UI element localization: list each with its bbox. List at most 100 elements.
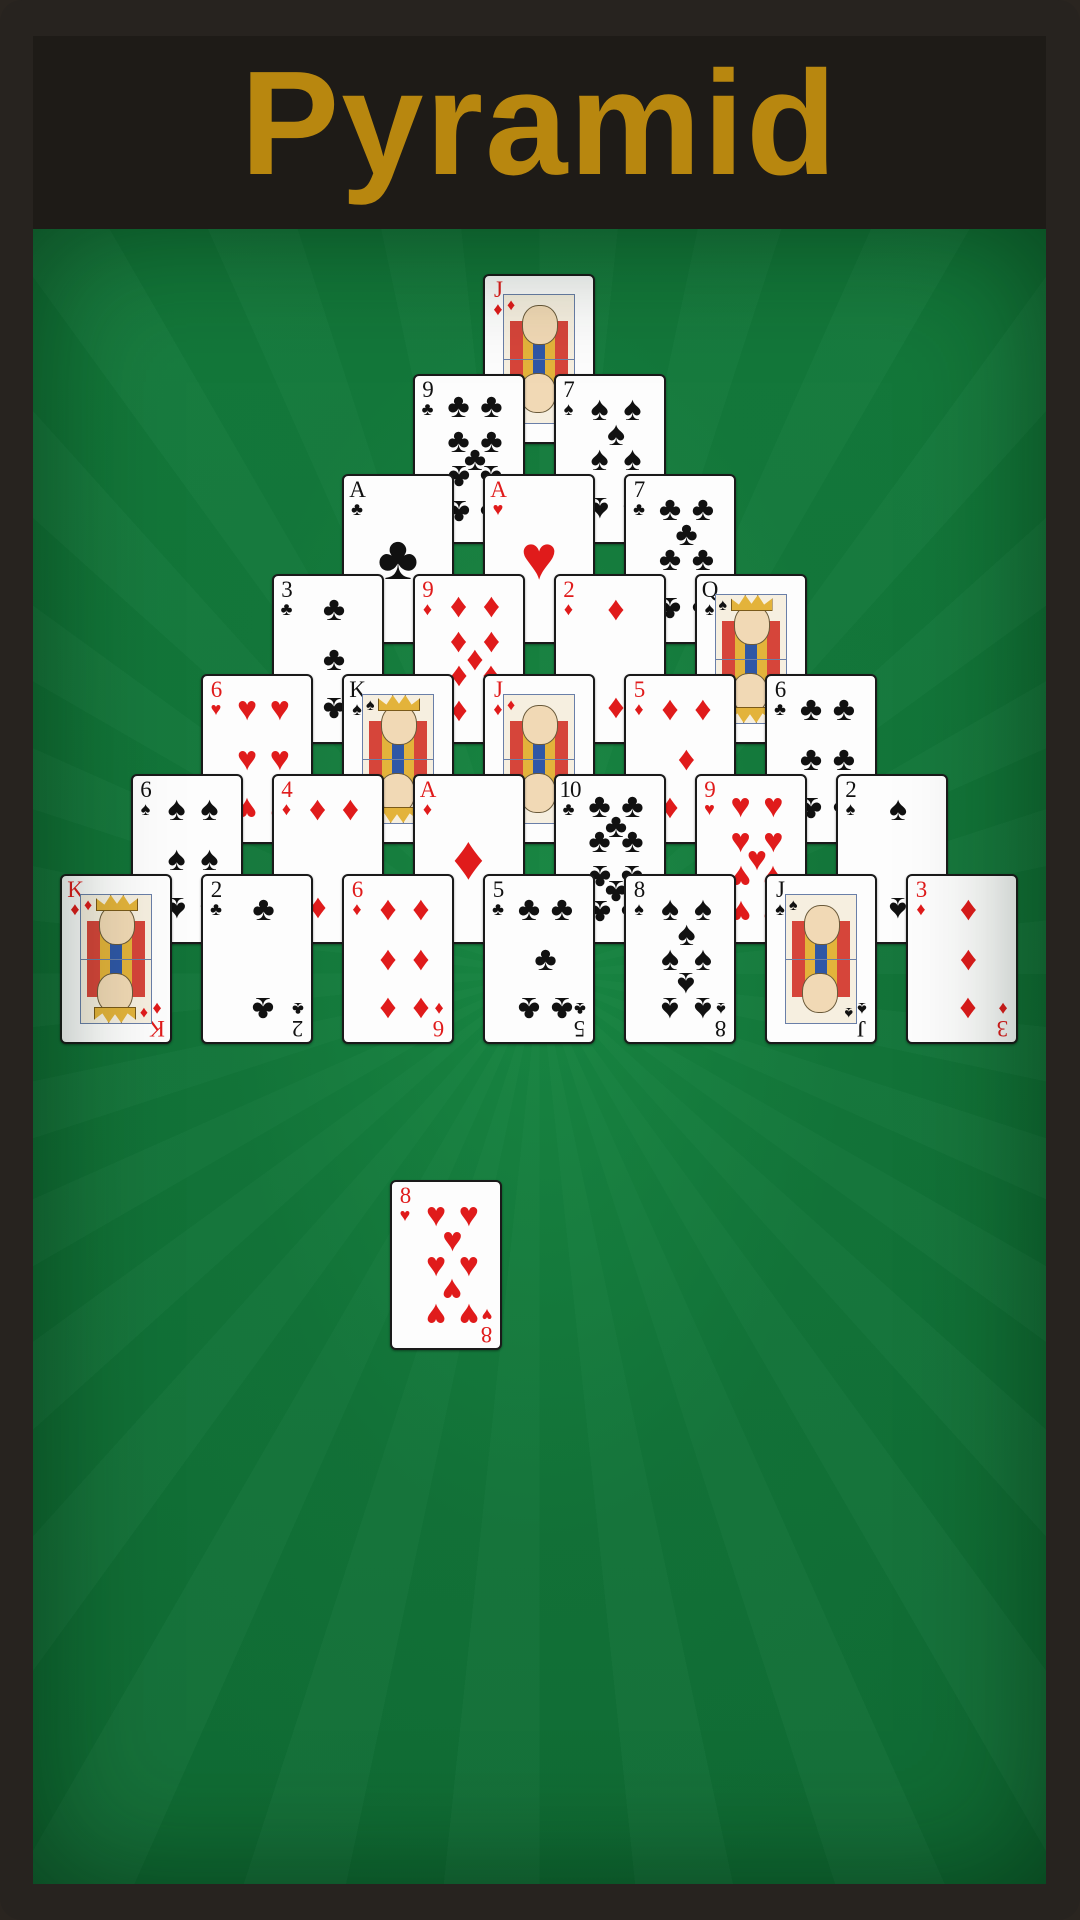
club-icon: ♣ <box>492 899 504 919</box>
spade-icon: ♠ <box>844 1004 854 1021</box>
card-rank: 6 <box>351 877 364 902</box>
diamond-icon: ♦ <box>422 599 433 619</box>
heart-icon: ♥ <box>269 690 290 729</box>
head <box>379 772 415 813</box>
club-icon: ♣ <box>574 999 586 1019</box>
card-index-top: 9 ♦ <box>419 578 437 618</box>
card-index-top: 6 ♠ <box>137 778 155 818</box>
card-rank: 8 <box>481 1322 493 1347</box>
crown-icon <box>94 1007 136 1023</box>
card-rank: 9 <box>422 377 434 402</box>
spade-icon: ♠ <box>693 940 712 978</box>
card-index-top: 3 ♣ <box>278 578 296 618</box>
card-rank: 6 <box>433 1016 445 1041</box>
card-index-bot: 6 ♦ <box>430 999 448 1041</box>
card-rank: 2 <box>845 777 857 802</box>
diamond-icon: ♦ <box>422 799 433 819</box>
head <box>381 705 417 746</box>
pyramid-card[interactable]: 5 ♣ 5 ♣ ♣ ♣ ♣ ♣ ♣ <box>483 874 595 1044</box>
game-title: Pyramid <box>240 40 839 206</box>
diamond-icon: ♦ <box>466 640 484 678</box>
club-icon: ♣ <box>534 940 557 978</box>
spade-icon: ♠ <box>366 697 375 714</box>
game-table: J♦J♦♦♦9♣9♣♣♣♣♣♣♣♣♣♣7♠7♠♠♠♠♠♠♠♠A♣A♣♣A♥A♥♥… <box>33 229 1046 1884</box>
head <box>802 972 838 1013</box>
diamond-icon: ♦ <box>84 897 93 914</box>
court-half: ♠ <box>786 895 856 959</box>
crown-icon <box>96 895 138 911</box>
pyramid-card[interactable]: J ♠ J ♠ ♠ ♠ <box>765 874 877 1044</box>
club-icon: ♣ <box>447 386 470 425</box>
waste-card[interactable]: 8 ♥ 8 ♥ ♥ ♥ ♥ ♥ ♥ ♥ ♥ ♥ <box>390 1180 502 1350</box>
heart-icon: ♥ <box>236 740 258 778</box>
heart-icon: ♥ <box>210 699 222 719</box>
card-rank: A <box>349 477 366 502</box>
pyramid-card[interactable]: 8 ♠ 8 ♠ ♠ ♠ ♠ ♠ ♠ ♠ ♠ ♠ <box>624 874 736 1044</box>
diamond-icon: ♦ <box>308 790 327 829</box>
card-index-top: 4 ♦ <box>278 778 296 818</box>
card-index-top: 6 ♥ <box>207 678 225 718</box>
card-index-top: 6 ♣ <box>771 678 789 718</box>
court-half: ♦ <box>504 695 574 759</box>
club-icon: ♣ <box>691 540 715 578</box>
pyramid-card[interactable]: 6 ♦ 6 ♦ ♦ ♦ ♦ ♦ ♦ ♦ <box>342 874 454 1044</box>
spade-icon: ♠ <box>677 915 696 954</box>
card-rank: 2 <box>292 1016 304 1041</box>
card-rank: 6 <box>140 777 152 802</box>
diamond-icon: ♦ <box>661 690 679 729</box>
club-icon: ♣ <box>517 989 541 1028</box>
card-rank: 7 <box>633 477 646 502</box>
spade-icon: ♠ <box>888 889 907 928</box>
diamond-icon: ♦ <box>352 899 362 919</box>
card-index-top: A ♥ <box>489 478 507 518</box>
spade-icon: ♠ <box>200 790 219 829</box>
card-rank: 7 <box>563 377 575 402</box>
card-index-top: 9 ♣ <box>419 378 437 418</box>
spade-icon: ♠ <box>623 440 642 478</box>
heart-icon: ♥ <box>730 786 751 825</box>
head <box>99 905 135 946</box>
pyramid-card[interactable]: 3 ♦ 3 ♦ ♦ ♦ ♦ <box>906 874 1018 1044</box>
club-icon: ♣ <box>210 899 222 919</box>
diamond-icon: ♦ <box>507 297 516 314</box>
pyramid-card[interactable]: K ♦ K ♦ ♦ ♦ <box>60 874 172 1044</box>
spade-icon: ♠ <box>623 390 642 429</box>
club-icon: ♣ <box>322 640 346 678</box>
diamond-icon: ♦ <box>379 989 397 1028</box>
card-index-top: A ♦ <box>419 778 437 818</box>
spade-icon: ♠ <box>606 415 625 454</box>
pyramid-card[interactable]: 2 ♣ 2 ♣ ♣ ♣ <box>201 874 313 1044</box>
club-icon: ♣ <box>550 890 574 929</box>
card-rank: 3 <box>997 1016 1009 1041</box>
head <box>520 372 556 413</box>
spade-icon: ♠ <box>693 890 712 929</box>
card-index-top: A ♣ <box>348 478 366 518</box>
card-rank: 9 <box>422 577 434 602</box>
card-index-bot: 8 ♠ <box>712 999 730 1041</box>
divider <box>504 359 574 360</box>
diamond-icon: ♦ <box>998 999 1008 1019</box>
court-half: ♠ <box>363 695 433 759</box>
card-index-top: 8 ♥ <box>396 1184 414 1224</box>
card-index-top: 2 ♠ <box>842 778 860 818</box>
club-icon: ♣ <box>832 690 856 729</box>
court-half: ♠ <box>786 959 856 1023</box>
card-rank: 5 <box>633 677 646 702</box>
heart-icon: ♥ <box>763 786 784 825</box>
spade-icon: ♠ <box>661 890 680 929</box>
card-rank: 5 <box>574 1016 586 1041</box>
card-index-top: 2 ♣ <box>207 878 225 918</box>
diamond-icon: ♦ <box>379 890 397 929</box>
header-bar: Pyramid <box>33 36 1046 229</box>
card-rank: 5 <box>492 877 505 902</box>
club-icon: ♣ <box>633 499 645 519</box>
spade-icon: ♠ <box>661 989 680 1028</box>
spade-icon: ♠ <box>167 790 186 829</box>
card-index-top: 7 ♣ <box>630 478 648 518</box>
card-rank: 3 <box>281 577 293 602</box>
card-rank: A <box>490 477 507 502</box>
club-icon: ♣ <box>774 699 786 719</box>
spade-icon: ♠ <box>718 597 728 614</box>
diamond-icon: ♦ <box>449 586 468 625</box>
court-half: ♦ <box>81 959 151 1023</box>
